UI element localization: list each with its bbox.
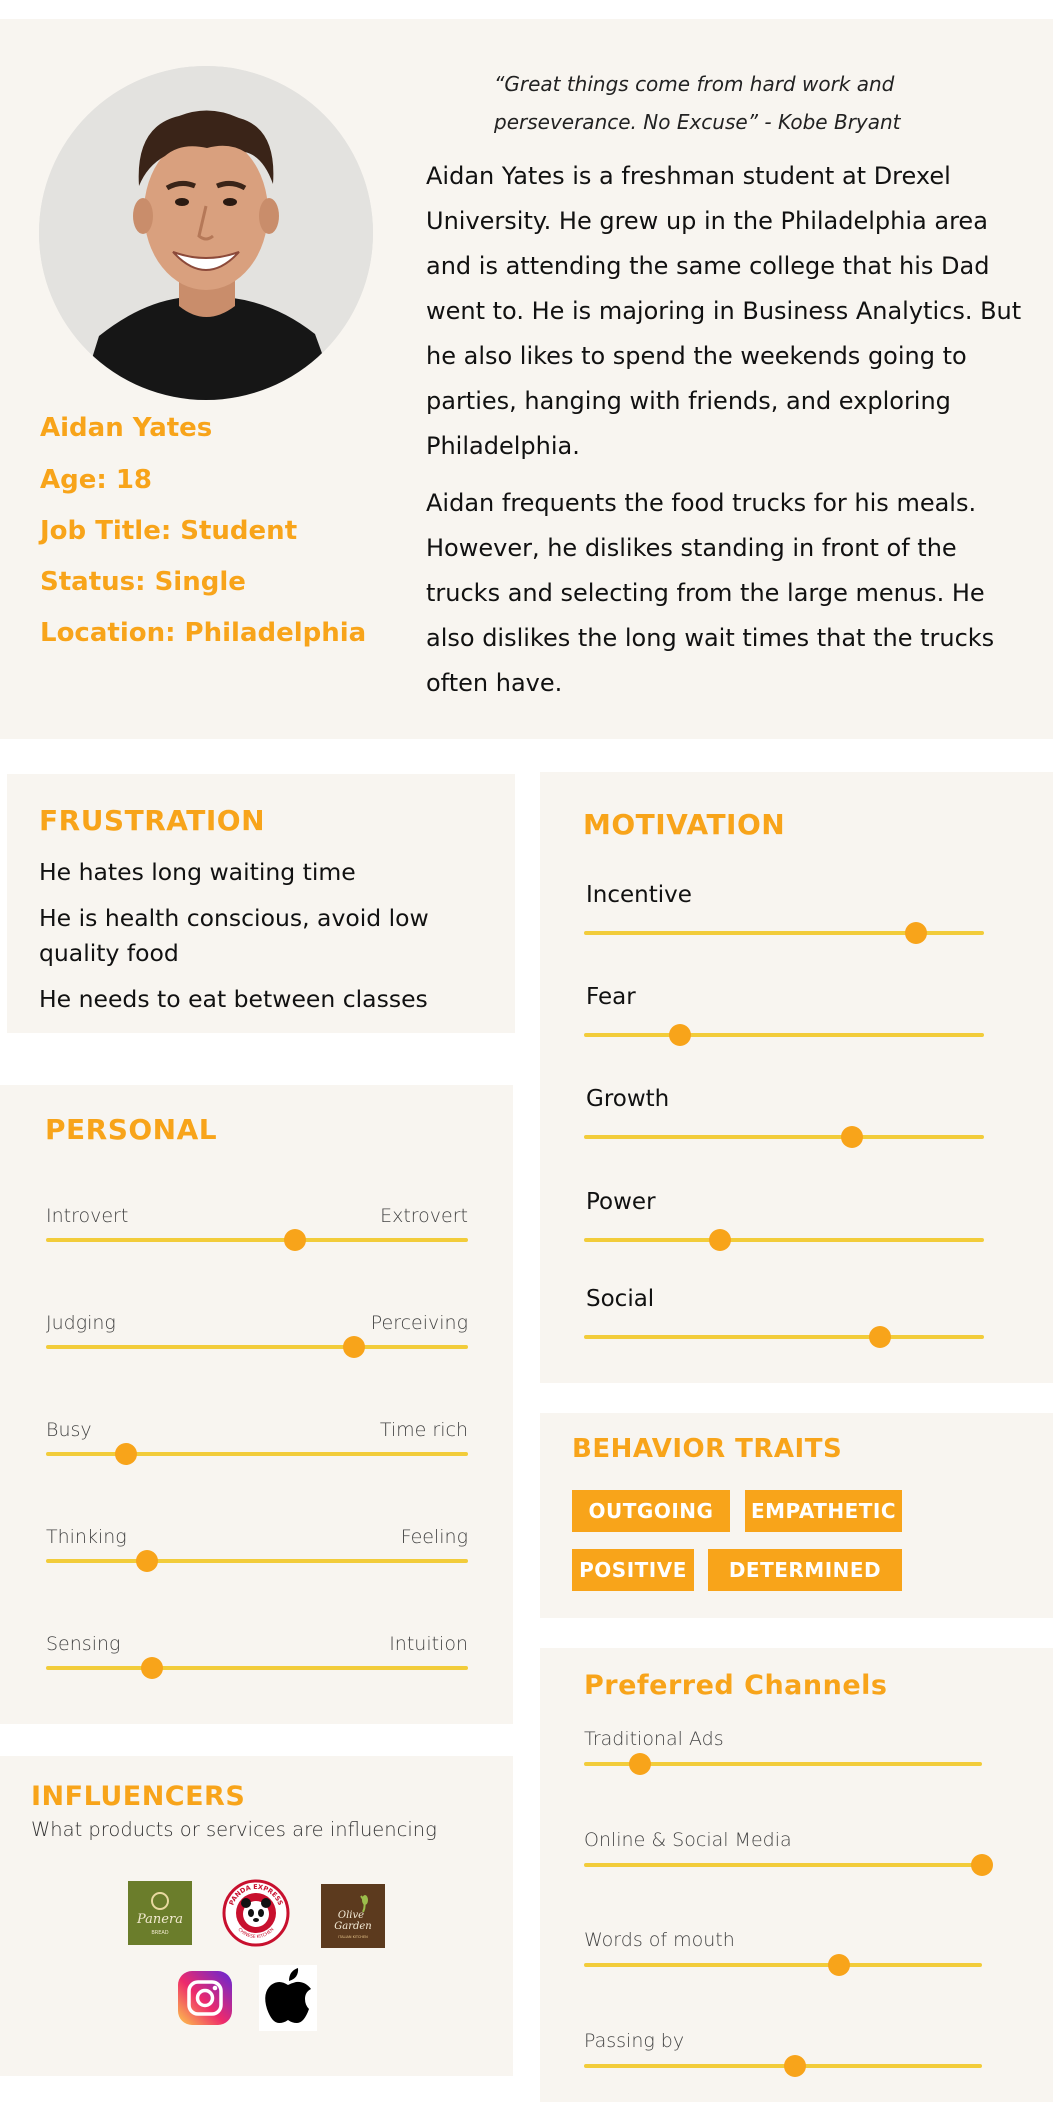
motivation-label: Power xyxy=(586,1189,656,1215)
motivation-slider-track[interactable] xyxy=(584,1238,984,1242)
motivation-title: MOTIVATION xyxy=(583,808,786,841)
panda-express-logo: PANDA EXPRESS CHINESE KITCHEN xyxy=(222,1879,290,1947)
personal-slider-handle[interactable] xyxy=(140,1657,163,1679)
motivation-label: Growth xyxy=(586,1086,670,1112)
olive-garden-subtext: ITALIAN KITCHEN xyxy=(338,1935,368,1939)
motivation-slider-track[interactable] xyxy=(584,1335,984,1339)
behavior-traits-card: BEHAVIOR TRAITS OUTGOING EMPATHETIC POSI… xyxy=(540,1413,1053,1618)
instagram-icon xyxy=(177,1970,233,2026)
motivation-label: Social xyxy=(586,1286,655,1312)
influencers-subtitle: What products or services are influencin… xyxy=(31,1818,437,1841)
apple-icon xyxy=(259,1965,317,2031)
personal-slider-track[interactable] xyxy=(46,1666,468,1670)
channel-label: Traditional Ads xyxy=(584,1728,724,1750)
motivation-slider-track[interactable] xyxy=(584,1135,984,1139)
channel-label: Words of mouth xyxy=(584,1929,735,1951)
frustration-item: He hates long waiting time xyxy=(39,858,356,886)
channel-slider-handle[interactable] xyxy=(827,1954,850,1976)
panera-text: Panera xyxy=(136,1912,183,1927)
persona-job-title: Job Title: Student xyxy=(40,516,298,546)
personal-right-label: Extrovert xyxy=(380,1205,468,1227)
person-photo xyxy=(39,66,373,400)
panera-logo: Panera BREAD xyxy=(128,1881,192,1945)
personal-slider-track[interactable] xyxy=(46,1345,468,1349)
influencers-title: INFLUENCERS xyxy=(31,1781,246,1812)
frustration-item: He is health conscious, avoid low qualit… xyxy=(39,904,429,967)
personal-card: PERSONAL Introvert Extrovert Judging Percei… xyxy=(0,1085,513,1724)
panera-subtext: BREAD xyxy=(151,1930,168,1936)
personal-right-label: Perceiving xyxy=(370,1312,468,1334)
trait-badge: DETERMINED xyxy=(708,1549,902,1591)
frustration-item: He needs to eat between classes xyxy=(39,985,428,1013)
frustration-card: FRUSTRATION He hates long waiting time H… xyxy=(7,774,515,1033)
personal-slider-handle[interactable] xyxy=(283,1229,306,1251)
personal-left-label: Thinking xyxy=(46,1526,127,1548)
preferred-channels-title: Preferred Channels xyxy=(584,1670,888,1701)
personal-right-label: Intuition xyxy=(389,1633,468,1655)
personal-left-label: Judging xyxy=(46,1312,116,1334)
influencers-card: INFLUENCERS What products or services ar… xyxy=(0,1756,513,2076)
personal-left-label: Introvert xyxy=(46,1205,129,1227)
channel-label: Online & Social Media xyxy=(584,1829,792,1851)
motivation-slider-handle[interactable] xyxy=(669,1024,691,1046)
personal-left-label: Busy xyxy=(46,1419,92,1441)
avatar xyxy=(39,66,373,400)
motivation-label: Fear xyxy=(586,984,636,1010)
channel-label: Passing by xyxy=(584,2030,685,2052)
frustration-title: FRUSTRATION xyxy=(39,804,265,837)
behavior-traits-title: BEHAVIOR TRAITS xyxy=(572,1434,843,1464)
channel-slider-handle[interactable] xyxy=(628,1753,651,1775)
svg-text:Olive: Olive xyxy=(338,1910,364,1921)
motivation-slider-track[interactable] xyxy=(584,1033,984,1037)
personal-slider-handle[interactable] xyxy=(136,1550,159,1572)
bio-paragraph-1: Aidan Yates is a freshman student at Dre… xyxy=(426,162,1022,460)
motivation-slider-handle[interactable] xyxy=(905,922,927,944)
persona-quote: “Great things come from hard work and pe… xyxy=(494,72,901,134)
motivation-slider-handle[interactable] xyxy=(709,1229,731,1251)
trait-badge: POSITIVE xyxy=(572,1549,694,1591)
channel-slider-track[interactable] xyxy=(584,1963,982,1967)
motivation-slider-handle[interactable] xyxy=(841,1126,863,1148)
personal-left-label: Sensing xyxy=(46,1633,121,1655)
svg-text:Garden: Garden xyxy=(334,1921,372,1932)
channel-slider-handle[interactable] xyxy=(971,1854,993,1876)
personal-slider-track[interactable] xyxy=(46,1559,468,1563)
channel-slider-handle[interactable] xyxy=(783,2055,806,2077)
personal-slider-track[interactable] xyxy=(46,1452,468,1456)
persona-name: Aidan Yates xyxy=(40,413,213,443)
trait-badge: EMPATHETIC xyxy=(745,1490,902,1532)
personal-right-label: Feeling xyxy=(400,1526,468,1548)
bio-paragraph-2: Aidan frequents the food trucks for his … xyxy=(426,489,995,697)
personal-slider-track[interactable] xyxy=(46,1238,468,1242)
preferred-channels-card: Preferred Channels Traditional Ads Online… xyxy=(540,1648,1053,2102)
channel-slider-track[interactable] xyxy=(584,1863,982,1867)
personal-right-label: Time rich xyxy=(379,1419,468,1441)
motivation-label: Incentive xyxy=(586,882,692,908)
profile-card: Aidan Yates Age: 18 Job Title: Student S… xyxy=(0,19,1053,739)
motivation-card: MOTIVATION Incentive Fear Growth Power Socia… xyxy=(540,772,1053,1383)
olive-garden-logo: Olive Garden ITALIAN KITCHEN xyxy=(321,1884,385,1948)
persona-location: Location: Philadelphia xyxy=(40,618,367,648)
personal-slider-handle[interactable] xyxy=(343,1336,366,1358)
personal-title: PERSONAL xyxy=(45,1113,218,1146)
persona-age: Age: 18 xyxy=(40,465,152,495)
personal-slider-handle[interactable] xyxy=(115,1443,138,1465)
trait-badge: OUTGOING xyxy=(572,1490,730,1532)
motivation-slider-handle[interactable] xyxy=(869,1326,891,1348)
persona-status: Status: Single xyxy=(40,567,246,597)
